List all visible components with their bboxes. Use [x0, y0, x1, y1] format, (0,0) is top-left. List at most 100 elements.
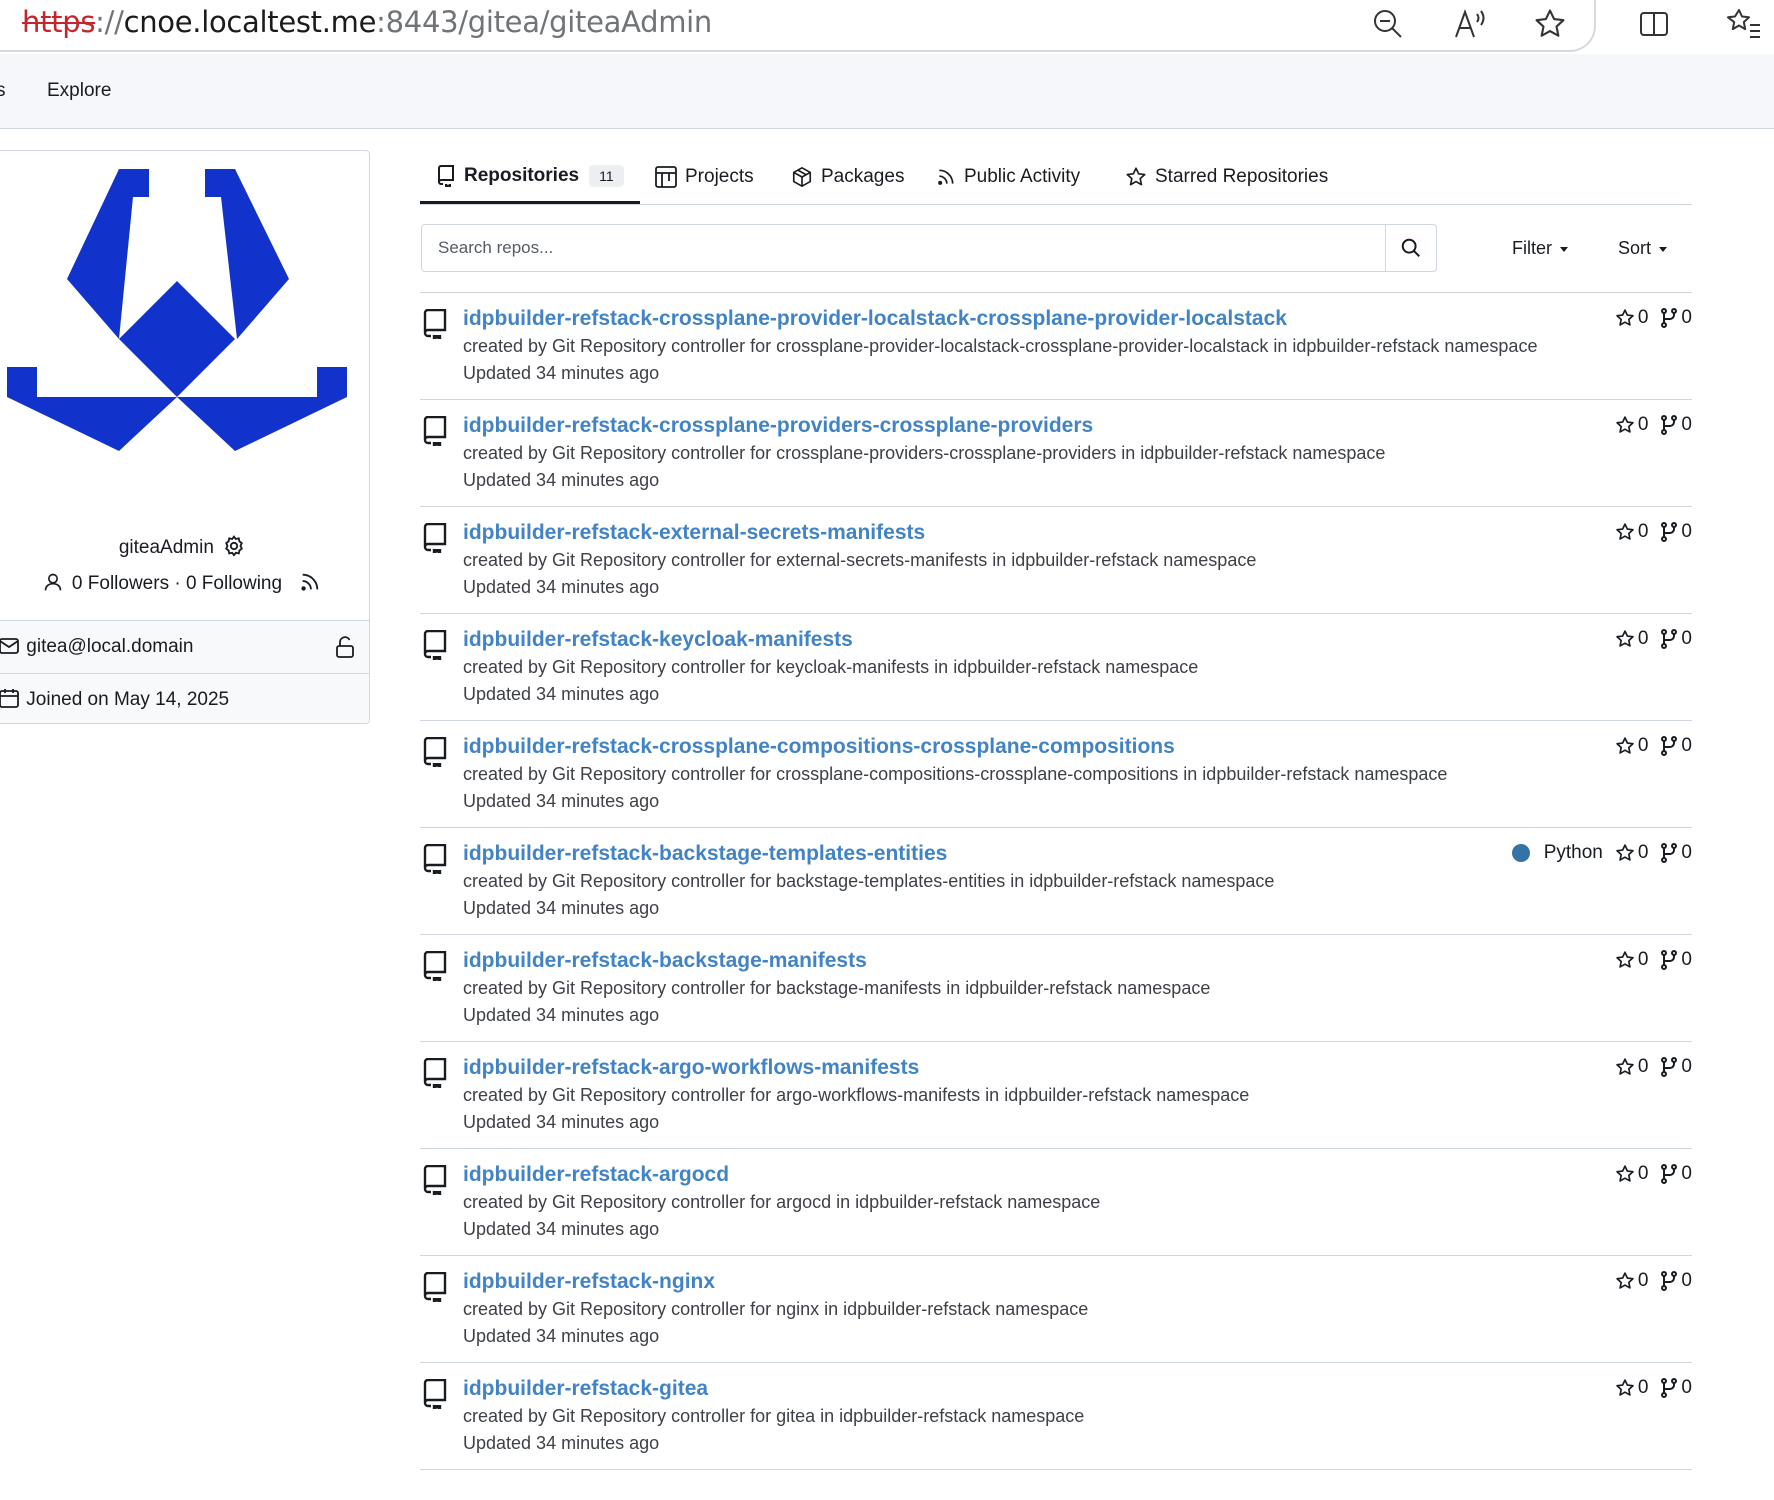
- repo-forks[interactable]: 0: [1660, 1377, 1692, 1399]
- repo-stars-count: 0: [1637, 1270, 1649, 1291]
- repo-stars[interactable]: 0: [1615, 1270, 1649, 1292]
- repo-stars-count: 0: [1637, 949, 1649, 970]
- repo-icon: [423, 629, 447, 663]
- repo-stars[interactable]: 0: [1615, 735, 1649, 757]
- repo-name-link[interactable]: idpbuilder-refstack-crossplane-provider-…: [463, 307, 1287, 331]
- repo-stars[interactable]: 0: [1615, 521, 1648, 543]
- repo-name-link[interactable]: idpbuilder-refstack-argocd: [463, 1163, 729, 1187]
- repo-forks[interactable]: 0: [1660, 1163, 1692, 1185]
- repo-description: created by Git Repository controller for…: [463, 1406, 1085, 1426]
- person-icon: [44, 573, 61, 591]
- repo-name-link[interactable]: idpbuilder-refstack-gitea: [463, 1377, 708, 1401]
- favorite-star-icon[interactable]: [1532, 6, 1568, 42]
- read-aloud-icon[interactable]: [1452, 6, 1488, 42]
- star-icon: [1616, 951, 1634, 968]
- repo-name-link[interactable]: idpbuilder-refstack-crossplane-compositi…: [463, 735, 1175, 759]
- star-icon: [1616, 523, 1634, 540]
- repo-forks[interactable]: 0: [1660, 735, 1692, 757]
- repo-stars[interactable]: 0: [1615, 949, 1649, 971]
- repo-forks[interactable]: 0: [1660, 1056, 1692, 1078]
- repo-name-link[interactable]: idpbuilder-refstack-backstage-manifests: [463, 949, 867, 973]
- repo-name-link[interactable]: idpbuilder-refstack-keycloak-manifests: [463, 628, 853, 652]
- nav-item-truncated[interactable]: s: [0, 54, 6, 128]
- repo-updated-time: Updated 34 minutes ago: [463, 1219, 660, 1239]
- repo-stats: Python 0 0: [1500, 842, 1692, 864]
- avatar[interactable]: [7, 169, 347, 509]
- repo-stars[interactable]: 0: [1615, 1163, 1648, 1185]
- sort-label: Sort: [1618, 238, 1652, 258]
- repo-icon: [423, 843, 447, 877]
- search-button[interactable]: [1385, 225, 1436, 271]
- favorites-icon[interactable]: [1726, 6, 1762, 42]
- repo-stars[interactable]: 0: [1615, 1056, 1648, 1078]
- star-icon: [1616, 737, 1634, 754]
- url-separator: ://: [95, 5, 124, 39]
- url-path: :8443/gitea/giteaAdmin: [376, 5, 713, 39]
- zoom-out-icon[interactable]: [1370, 6, 1406, 42]
- tab-repositories[interactable]: Repositories 11: [420, 150, 640, 204]
- repo-updated-time: Updated 34 minutes ago: [463, 898, 660, 918]
- repo-description: created by Git Repository controller for…: [463, 443, 1386, 463]
- repo-stars[interactable]: 0: [1615, 414, 1649, 436]
- repo-forks-count: 0: [1681, 521, 1692, 542]
- repo-description: created by Git Repository controller for…: [463, 871, 1275, 891]
- repo-icon-wrap: [422, 736, 448, 772]
- repo-name-link[interactable]: idpbuilder-refstack-argo-workflows-manif…: [463, 1056, 919, 1080]
- split-screen-icon[interactable]: [1636, 6, 1672, 42]
- repositories-count-badge: 11: [589, 164, 624, 187]
- repo-icon-wrap: [422, 1164, 448, 1200]
- nav-item-explore[interactable]: Explore: [47, 54, 111, 128]
- settings-gear-icon[interactable]: [223, 535, 245, 557]
- repo-forks[interactable]: 0: [1660, 307, 1692, 329]
- repo-forks[interactable]: 0: [1660, 628, 1692, 650]
- tab-projects[interactable]: Projects: [655, 150, 754, 204]
- repo-forks-count: 0: [1681, 307, 1692, 328]
- search-repos-input[interactable]: [422, 225, 1388, 271]
- repo-stars[interactable]: 0: [1615, 842, 1648, 864]
- repo-list-item: idpbuilder-refstack-backstage-templates-…: [420, 828, 1692, 935]
- repo-icon: [423, 736, 447, 770]
- language-color-dot: [1511, 844, 1530, 862]
- repo-description: created by Git Repository controller for…: [463, 657, 1199, 677]
- rss-feed-icon[interactable]: [299, 571, 321, 593]
- repo-forks[interactable]: 0: [1660, 414, 1692, 436]
- repo-name-link[interactable]: idpbuilder-refstack-external-secrets-man…: [463, 521, 925, 545]
- followers-following-link[interactable]: 0 Followers · 0 Following: [72, 573, 282, 594]
- repo-stars[interactable]: 0: [1615, 1377, 1648, 1399]
- repo-stars-count: 0: [1637, 735, 1649, 756]
- repo-forks[interactable]: 0: [1660, 949, 1692, 971]
- repo-forks-count: 0: [1681, 1056, 1692, 1077]
- repo-list-item: idpbuilder-refstack-argocd created by Git…: [420, 1149, 1692, 1256]
- address-bar[interactable]: https://cnoe.localtest.me:8443/gitea/git…: [0, 0, 1596, 52]
- repo-description: created by Git Repository controller for…: [463, 978, 1211, 998]
- unlock-icon[interactable]: [335, 636, 355, 658]
- repo-stars[interactable]: 0: [1615, 628, 1648, 650]
- repo-stars[interactable]: 0: [1615, 307, 1648, 329]
- profile-email[interactable]: gitea@local.domain: [26, 636, 193, 657]
- browser-toolbar: https://cnoe.localtest.me:8443/gitea/git…: [0, 0, 1774, 52]
- repo-name-link[interactable]: idpbuilder-refstack-backstage-templates-…: [463, 842, 947, 866]
- repo-updated-time: Updated 34 minutes ago: [463, 1112, 660, 1132]
- repo-stats: 00: [1603, 414, 1692, 436]
- repo-description: created by Git Repository controller for…: [463, 550, 1257, 570]
- repo-forks-count: 0: [1681, 414, 1692, 435]
- repo-forks[interactable]: 0: [1660, 842, 1692, 864]
- avatar-logo: [7, 169, 347, 451]
- profile-username[interactable]: giteaAdmin: [119, 537, 214, 558]
- repo-list-item: idpbuilder-refstack-backstage-manifests c…: [420, 935, 1692, 1042]
- tab-starred-repositories[interactable]: Starred Repositories: [1125, 150, 1328, 204]
- repo-forks[interactable]: 0: [1660, 1270, 1692, 1292]
- profile-joined-date: Joined on May 14, 2025: [26, 689, 230, 710]
- sort-dropdown[interactable]: Sort: [1618, 224, 1668, 272]
- repo-forks[interactable]: 0: [1660, 521, 1692, 543]
- tab-packages[interactable]: Packages: [791, 150, 904, 204]
- url-text[interactable]: https://cnoe.localtest.me:8443/gitea/git…: [22, 4, 712, 40]
- repo-icon-wrap: [422, 308, 448, 344]
- filter-dropdown[interactable]: Filter: [1512, 224, 1568, 272]
- repo-name-link[interactable]: idpbuilder-refstack-crossplane-providers…: [463, 414, 1093, 438]
- fork-icon: [1661, 629, 1678, 649]
- tab-public-activity[interactable]: Public Activity: [936, 150, 1080, 204]
- repo-name-link[interactable]: idpbuilder-refstack-nginx: [463, 1270, 715, 1294]
- fork-icon: [1661, 1057, 1678, 1077]
- repo-stars-count: 0: [1637, 414, 1649, 435]
